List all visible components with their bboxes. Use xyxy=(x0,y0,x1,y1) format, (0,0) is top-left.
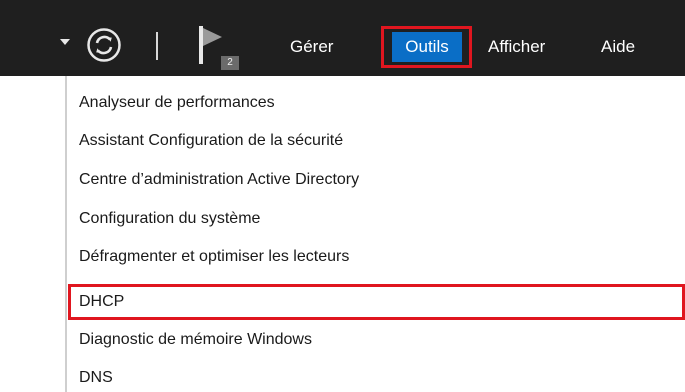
menu-item-configuration-du-systeme[interactable]: Configuration du système xyxy=(79,207,260,231)
chevron-down-icon[interactable] xyxy=(60,39,70,45)
menu-item-dhcp[interactable]: DHCP xyxy=(79,290,124,314)
menu-gerer[interactable]: Gérer xyxy=(290,32,333,62)
menu-item-analyseur-de-performances[interactable]: Analyseur de performances xyxy=(79,91,275,115)
menu-item-diagnostic-memoire-windows[interactable]: Diagnostic de mémoire Windows xyxy=(79,328,312,352)
toolbar-separator xyxy=(156,32,158,60)
menu-item-centre-administration-active-directory[interactable]: Centre d’administration Active Directory xyxy=(79,168,359,192)
refresh-icon[interactable] xyxy=(86,27,122,63)
notification-count-badge: 2 xyxy=(221,56,239,70)
menu-item-defragmenter-optimiser-lecteurs[interactable]: Défragmenter et optimiser les lecteurs xyxy=(79,245,349,269)
menu-item-dns[interactable]: DNS xyxy=(79,366,113,390)
menu-item-assistant-configuration-securite[interactable]: Assistant Configuration de la sécurité xyxy=(79,129,343,153)
menu-aide[interactable]: Aide xyxy=(601,32,635,62)
server-manager-toolbar: 2 Gérer Outils Afficher Aide xyxy=(0,0,685,76)
menu-afficher[interactable]: Afficher xyxy=(488,32,545,62)
dhcp-highlight-frame xyxy=(68,284,685,320)
menu-outils[interactable]: Outils xyxy=(392,32,462,62)
